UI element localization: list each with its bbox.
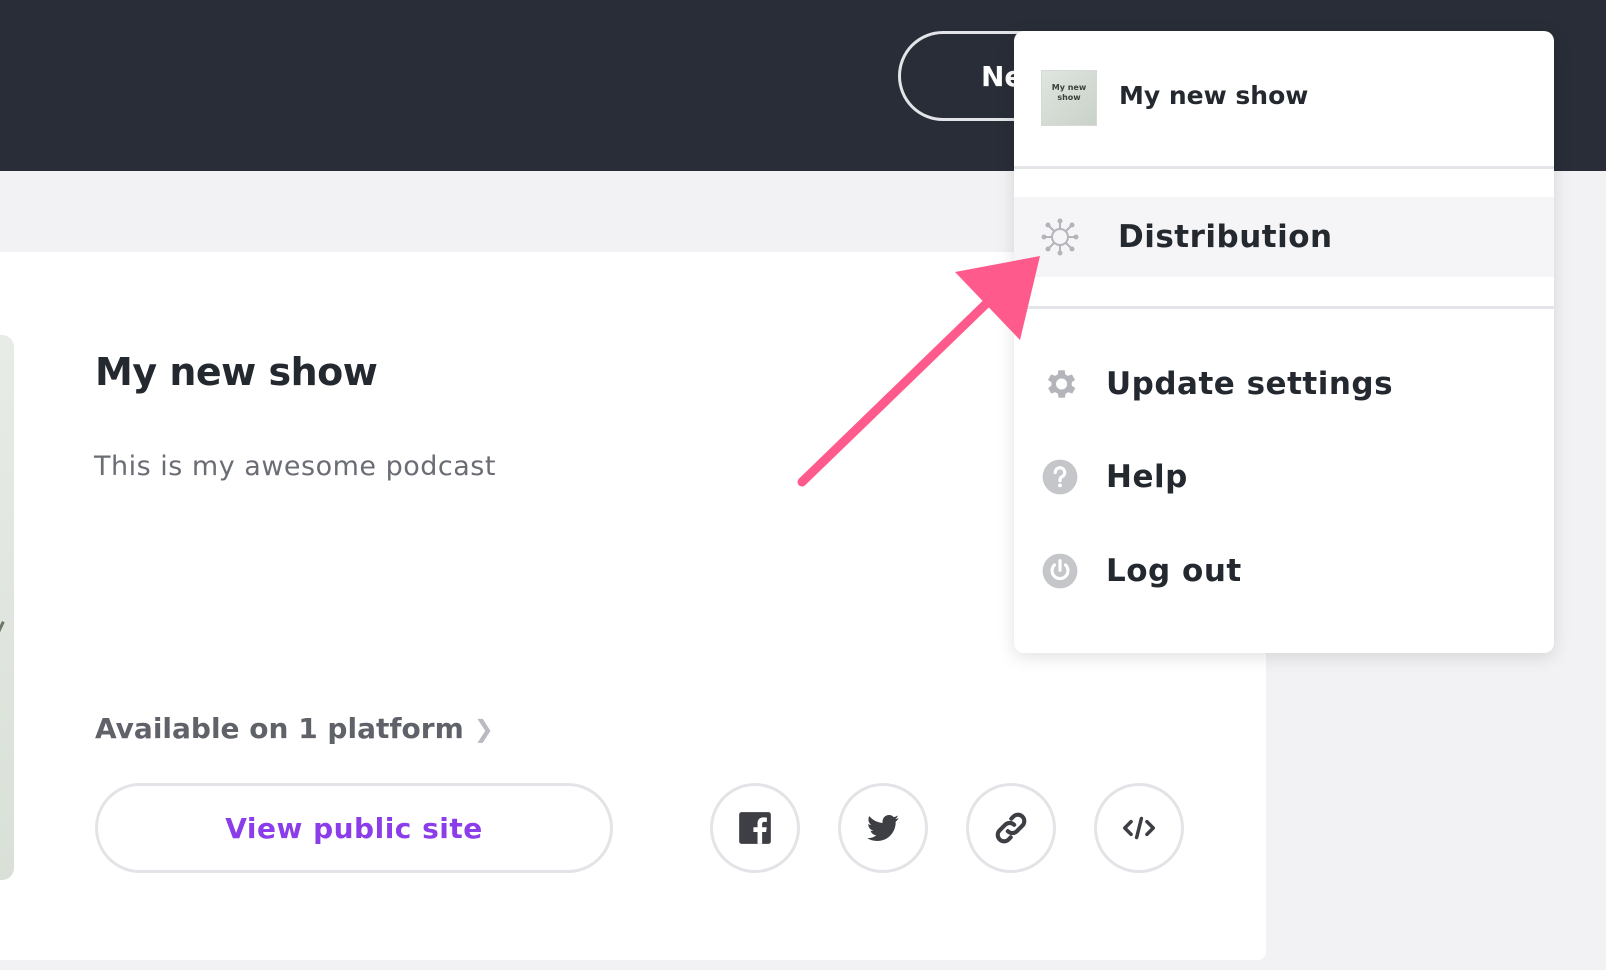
menu-item-label: Help: [1106, 459, 1188, 495]
account-dropdown-menu: My new show My new show Distribution Upd…: [1014, 31, 1554, 653]
power-icon: [1040, 551, 1080, 591]
menu-item-log-out[interactable]: Log out: [1014, 531, 1554, 611]
embed-icon: [1123, 816, 1155, 840]
menu-item-label: Log out: [1106, 553, 1242, 589]
show-cover-image: [0, 335, 14, 880]
menu-divider: [1014, 306, 1554, 309]
link-icon: [995, 812, 1027, 844]
distribution-icon: [1040, 217, 1080, 257]
twitter-share-button[interactable]: [838, 783, 928, 873]
platforms-text: Available on 1 platform: [95, 712, 464, 745]
show-description: This is my awesome podcast: [94, 451, 496, 482]
menu-show-header[interactable]: My new show My new show: [1014, 31, 1554, 167]
platforms-link[interactable]: Available on 1 platform ❯: [95, 712, 494, 745]
menu-item-label: Distribution: [1118, 219, 1333, 255]
menu-show-name: My new show: [1119, 81, 1309, 110]
facebook-icon: [739, 812, 771, 844]
twitter-icon: [867, 815, 899, 841]
help-icon: [1040, 457, 1080, 497]
show-title: My new show: [95, 350, 378, 394]
show-thumbnail: My new show: [1041, 70, 1097, 126]
facebook-share-button[interactable]: [710, 783, 800, 873]
menu-item-help[interactable]: Help: [1014, 437, 1554, 517]
chevron-right-icon: ❯: [473, 714, 494, 743]
view-public-site-button[interactable]: View public site: [95, 783, 613, 873]
menu-item-distribution[interactable]: Distribution: [1014, 197, 1554, 277]
menu-item-label: Update settings: [1106, 366, 1394, 402]
gear-icon: [1040, 364, 1080, 404]
embed-code-button[interactable]: [1094, 783, 1184, 873]
copy-link-button[interactable]: [966, 783, 1056, 873]
menu-item-update-settings[interactable]: Update settings: [1014, 344, 1554, 424]
menu-divider: [1014, 166, 1554, 169]
